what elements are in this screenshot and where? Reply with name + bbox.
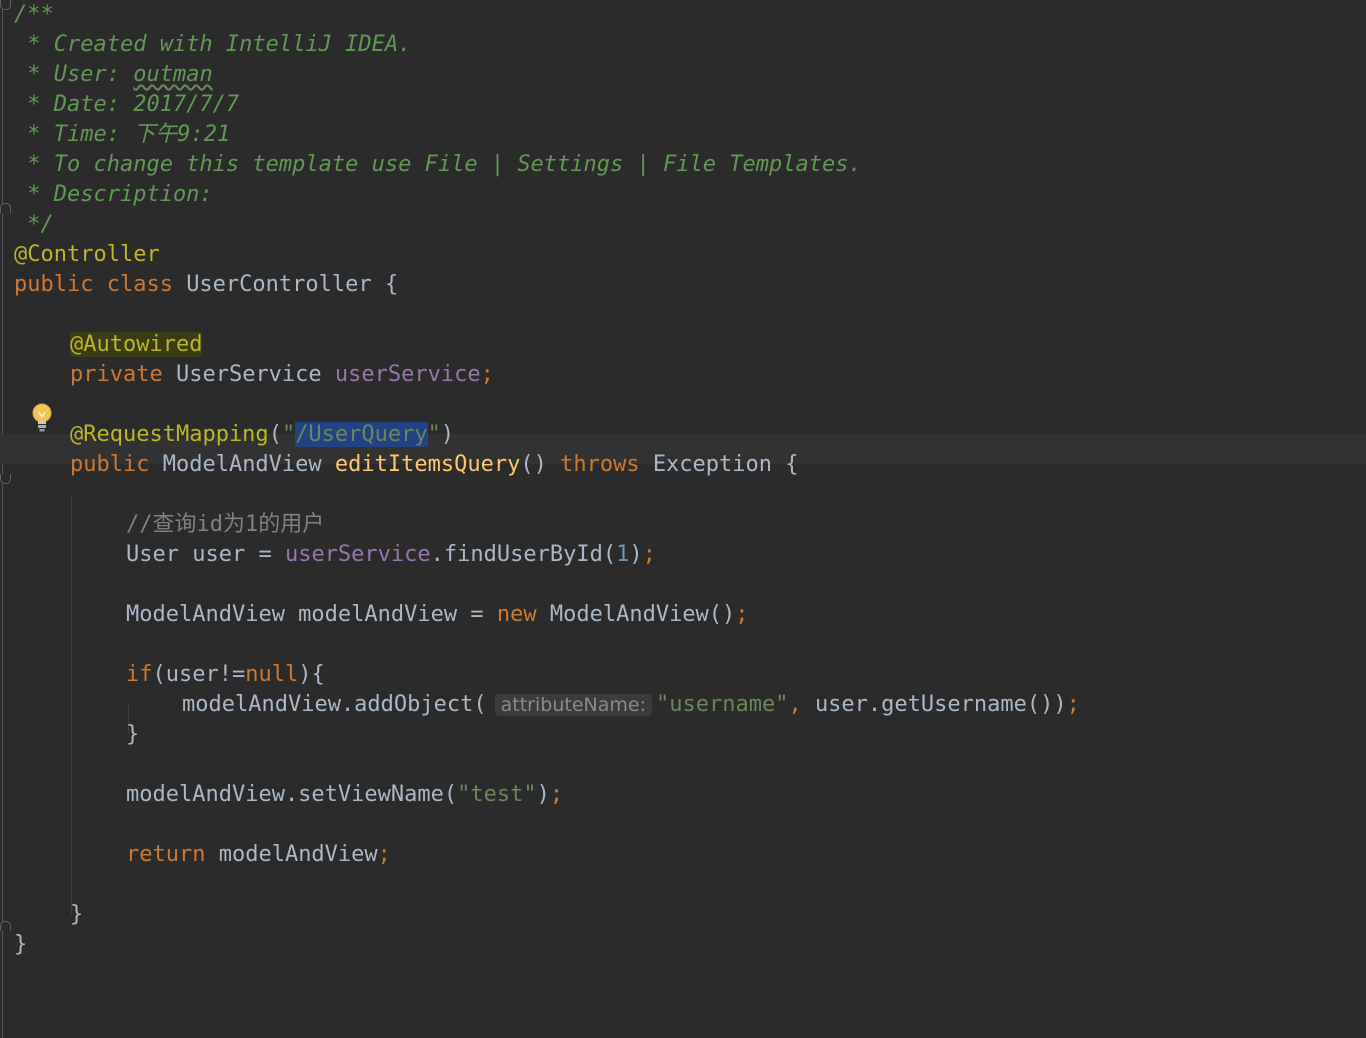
gutter-border xyxy=(2,0,3,1038)
code-token: user.getUsername()) xyxy=(814,692,1067,717)
code-token: null xyxy=(245,662,299,687)
code-token: /UserQuery xyxy=(295,422,428,447)
code-token: @Controller xyxy=(14,242,160,267)
code-token: ; xyxy=(377,842,391,867)
code-line[interactable]: * To change this template use File | Set… xyxy=(14,150,862,180)
code-line[interactable]: * Created with IntelliJ IDEA. xyxy=(14,30,411,60)
code-line[interactable]: * Description: xyxy=(14,180,213,210)
code-line[interactable]: return modelAndView; xyxy=(126,840,391,870)
code-line[interactable]: if(user!=null){ xyxy=(126,660,325,690)
code-token: } xyxy=(126,722,140,747)
code-token: */ xyxy=(14,212,54,237)
code-token: ; xyxy=(1066,692,1080,717)
code-token: * Time: 下午9:21 xyxy=(14,122,231,147)
code-line[interactable]: } xyxy=(14,930,27,960)
code-token: UserController { xyxy=(186,272,399,297)
code-line[interactable]: } xyxy=(70,900,83,930)
code-token: modelAndView xyxy=(218,842,378,867)
code-line[interactable]: modelAndView.addObject( attributeName: "us… xyxy=(182,690,1080,720)
code-token: //查询id为1的用户 xyxy=(126,512,325,537)
fold-marker-doc-comment-end[interactable] xyxy=(0,203,11,213)
code-line[interactable]: @Controller xyxy=(14,240,160,270)
code-token: * Description: xyxy=(14,182,213,207)
code-token: return xyxy=(126,842,219,867)
code-token: 1 xyxy=(616,542,630,567)
code-editor[interactable]: /** * Created with IntelliJ IDEA. * User… xyxy=(0,0,1366,1038)
code-token: @Autowired xyxy=(70,332,203,357)
code-token: @RequestMapping xyxy=(70,422,269,447)
code-token: ) xyxy=(629,542,643,567)
code-token: ) xyxy=(536,782,550,807)
code-token: modelAndView.addObject( xyxy=(182,692,487,717)
code-token: userService xyxy=(334,362,481,387)
code-token: ){ xyxy=(298,662,325,687)
code-line[interactable]: public class UserController { xyxy=(14,270,398,300)
code-line[interactable]: @Autowired xyxy=(70,330,203,360)
code-line[interactable]: public ModelAndView editItemsQuery() thr… xyxy=(70,450,799,480)
parameter-hint: attributeName: xyxy=(494,694,652,716)
code-token: public class xyxy=(14,272,187,297)
code-line[interactable]: } xyxy=(126,720,139,750)
code-token: ; xyxy=(642,542,656,567)
lightbulb-icon[interactable] xyxy=(31,402,53,434)
code-token: new xyxy=(496,602,550,627)
code-token: outman xyxy=(133,62,213,87)
code-token: modelAndView.setViewName( xyxy=(126,782,458,807)
fold-marker-method-end[interactable] xyxy=(0,921,11,931)
code-token: ModelAndView xyxy=(162,452,335,477)
code-token: * Date: 2017/7/7 xyxy=(14,92,240,117)
code-token: editItemsQuery xyxy=(334,452,521,477)
code-line[interactable]: * Date: 2017/7/7 xyxy=(14,90,239,120)
code-token: * User: xyxy=(14,62,134,87)
code-token: * To change this template use File | Set… xyxy=(14,152,862,177)
code-line[interactable]: * Time: 下午9:21 xyxy=(14,120,230,150)
code-line[interactable]: @RequestMapping("/UserQuery") xyxy=(70,420,454,450)
code-token: ModelAndView modelAndView = xyxy=(126,602,497,627)
code-token: ) xyxy=(440,422,455,447)
fold-marker-doc-comment[interactable] xyxy=(0,0,11,10)
code-line[interactable]: modelAndView.setViewName("test"); xyxy=(126,780,563,810)
code-token: " xyxy=(281,422,296,447)
code-token: ( xyxy=(268,422,282,447)
code-token: private xyxy=(70,362,176,387)
code-line[interactable]: */ xyxy=(14,210,54,240)
code-line[interactable]: //查询id为1的用户 xyxy=(126,510,324,540)
code-token: UserService xyxy=(175,362,335,387)
code-token: ; xyxy=(549,782,564,807)
code-token: .findUserById( xyxy=(430,542,617,567)
code-token: userService xyxy=(284,542,431,567)
code-token: ; xyxy=(735,602,749,627)
code-token: (user!= xyxy=(152,662,246,687)
code-token: if xyxy=(126,662,153,687)
code-token: () xyxy=(520,452,561,477)
code-token: , xyxy=(788,692,815,717)
code-line[interactable]: private UserService userService; xyxy=(70,360,494,390)
indent-guide-method xyxy=(71,495,72,915)
code-token: ; xyxy=(480,362,494,387)
fold-marker-method[interactable] xyxy=(0,474,11,484)
code-token: } xyxy=(70,902,84,927)
code-token: public xyxy=(70,452,163,477)
code-token: User user = xyxy=(126,542,285,567)
code-line[interactable]: /** xyxy=(14,0,54,30)
code-token: /** xyxy=(14,2,54,27)
code-line[interactable]: * User: outman xyxy=(14,60,213,90)
code-token: ModelAndView() xyxy=(549,602,736,627)
code-token: * Created with IntelliJ IDEA. xyxy=(14,32,412,57)
code-token: } xyxy=(14,932,28,957)
code-token: throws xyxy=(560,452,653,477)
code-token: "test" xyxy=(457,782,537,807)
code-line[interactable]: User user = userService.findUserById(1); xyxy=(126,540,656,570)
code-token: " xyxy=(427,422,441,447)
code-token: "username" xyxy=(655,692,789,717)
code-token: Exception { xyxy=(652,452,799,477)
code-line[interactable]: ModelAndView modelAndView = new ModelAnd… xyxy=(126,600,749,630)
